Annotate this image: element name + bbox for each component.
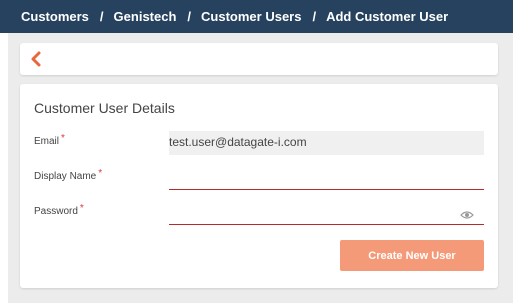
- breadcrumb-add-customer-user: Add Customer User: [326, 9, 449, 24]
- email-label: Email *: [34, 133, 65, 147]
- breadcrumb-customer-users[interactable]: Customer Users: [201, 9, 301, 24]
- breadcrumb-genistech[interactable]: Genistech: [114, 9, 177, 24]
- required-mark: *: [79, 203, 84, 214]
- create-new-user-button[interactable]: Create New User: [340, 240, 484, 271]
- display-name-label-text: Display Name: [34, 171, 97, 182]
- left-gutter: [0, 33, 8, 303]
- customer-user-form: Customer User Details Email * test.user@d…: [20, 84, 498, 288]
- required-mark: *: [98, 168, 103, 179]
- back-bar: [20, 43, 498, 75]
- email-field[interactable]: test.user@datagate-i.com: [169, 131, 484, 155]
- breadcrumb-separator: /: [99, 9, 104, 24]
- display-name-label: Display Name *: [34, 168, 103, 182]
- eye-icon[interactable]: [460, 209, 474, 219]
- breadcrumb-customers[interactable]: Customers: [21, 9, 89, 24]
- chevron-left-icon[interactable]: [30, 49, 46, 69]
- form-title: Customer User Details: [34, 100, 175, 116]
- breadcrumb-separator: /: [187, 9, 192, 24]
- breadcrumb: Customers / Genistech / Customer Users /…: [0, 0, 513, 33]
- password-field[interactable]: [169, 201, 484, 225]
- password-label-text: Password: [34, 206, 78, 217]
- email-label-text: Email: [34, 136, 60, 147]
- breadcrumb-separator: /: [312, 9, 317, 24]
- required-mark: *: [61, 133, 65, 144]
- display-name-field[interactable]: [169, 166, 484, 190]
- password-label: Password *: [34, 203, 84, 217]
